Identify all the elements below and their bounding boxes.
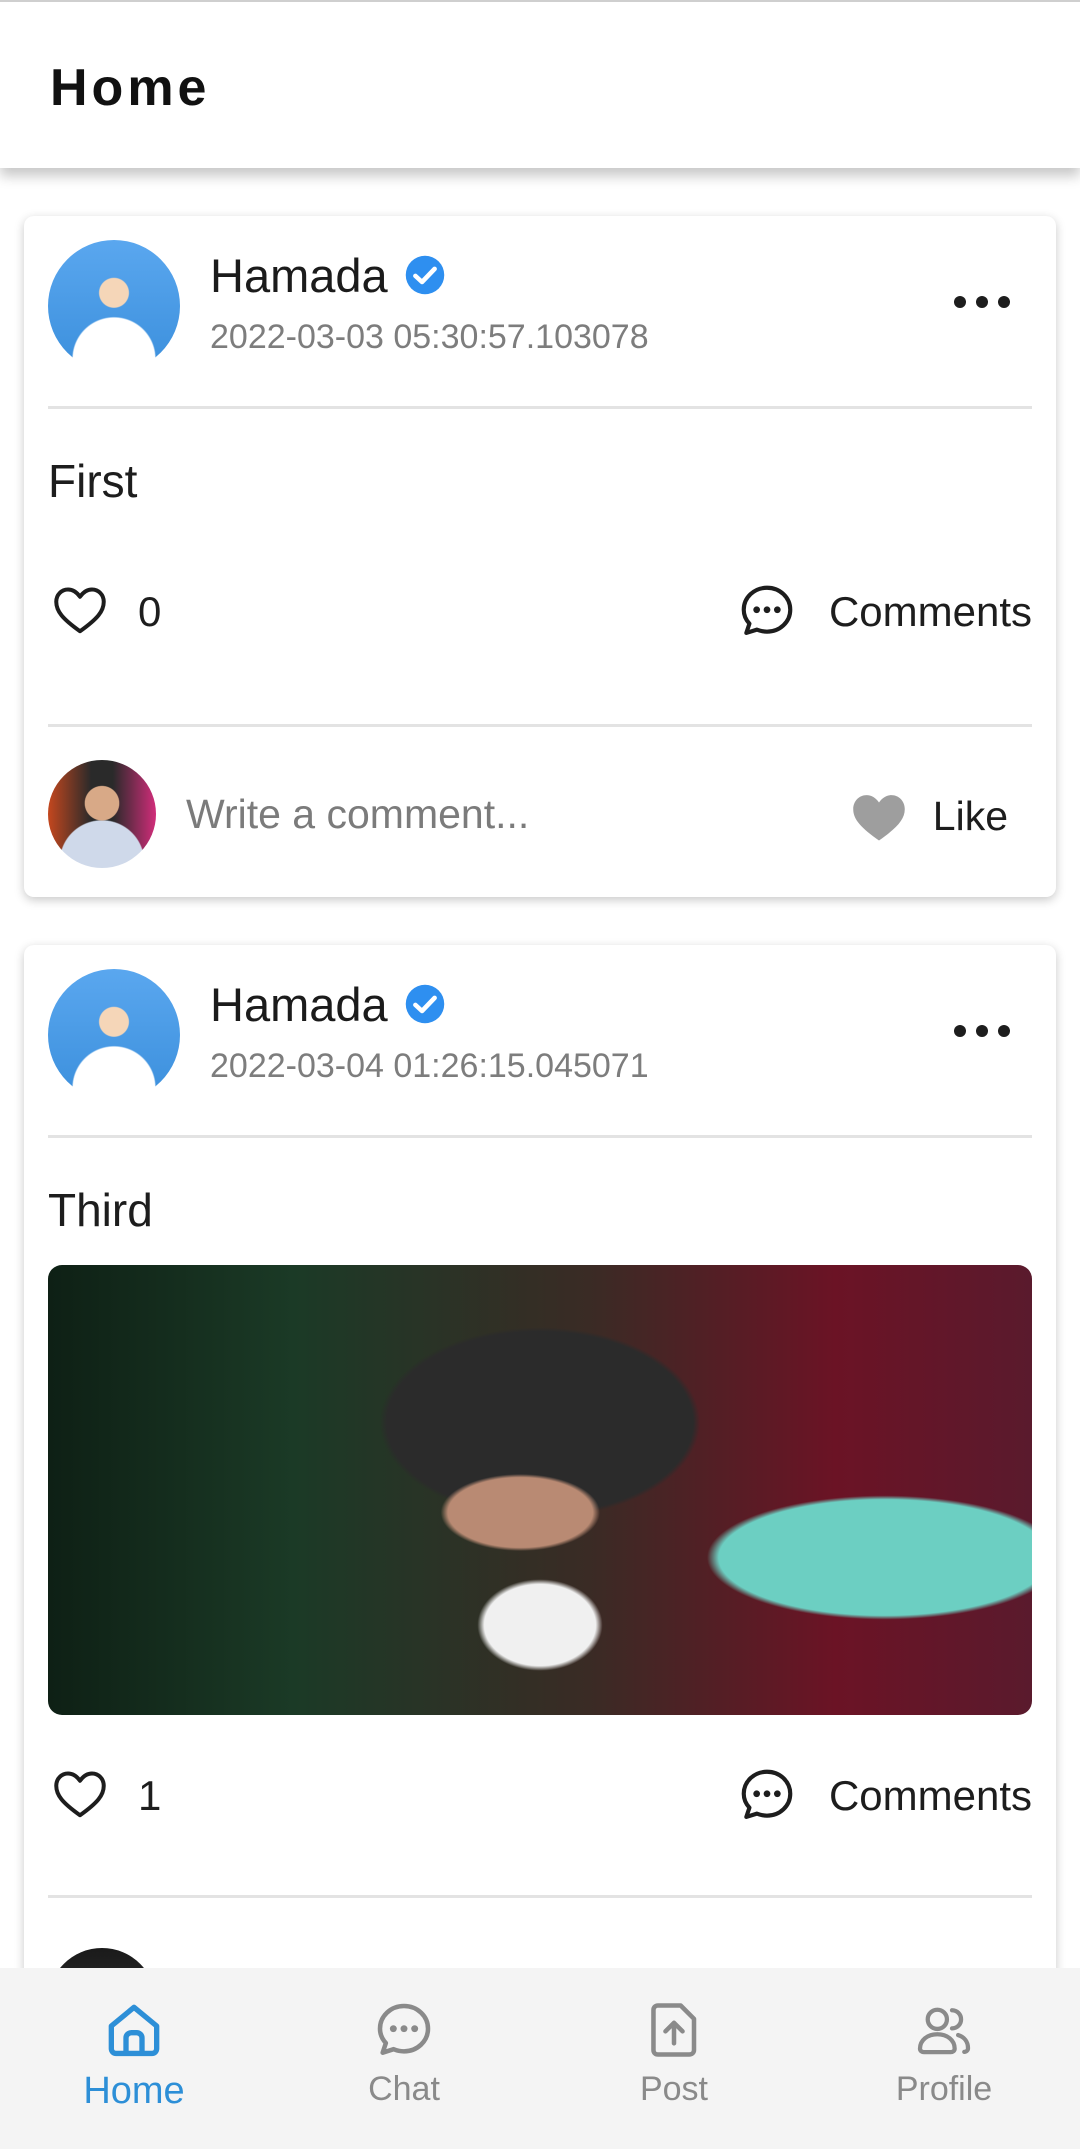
nav-post-label: Post — [639, 2070, 709, 2108]
nav-profile[interactable]: Profile — [854, 1998, 1034, 2128]
chat-icon — [377, 2003, 431, 2055]
nav-home-label: Home — [83, 2070, 185, 2112]
post-actions: 0 Comments — [48, 576, 1032, 646]
post-text: First — [48, 455, 138, 507]
post-image[interactable] — [48, 1265, 1032, 1715]
author-row: Hamada — [210, 977, 446, 1032]
more-options-icon[interactable] — [952, 1019, 1012, 1043]
post-timestamp: 2022-03-04 01:26:15.045071 — [210, 1047, 649, 1085]
nav-post[interactable]: Post — [584, 1998, 764, 2128]
nav-chat-label: Chat — [368, 2070, 440, 2108]
header-divider — [48, 1135, 1032, 1138]
comment-composer: Like — [48, 760, 1032, 872]
more-options-icon[interactable] — [952, 290, 1012, 314]
comments-link[interactable]: Comments — [829, 588, 1032, 636]
like-button[interactable]: Like — [849, 786, 1008, 846]
app-bar: Home — [0, 0, 1080, 168]
nav-profile-label: Profile — [895, 2070, 993, 2108]
author-name[interactable]: Hamada — [210, 248, 388, 303]
author-avatar[interactable] — [48, 240, 180, 372]
like-heart-icon[interactable] — [50, 1764, 110, 1824]
post-header: Hamada 2022-03-03 05:30:57.103078 — [48, 240, 1032, 372]
current-user-avatar — [48, 1948, 156, 1968]
upload-icon — [651, 2003, 697, 2057]
heart-filled-icon — [853, 795, 905, 841]
actions-divider — [48, 1895, 1032, 1898]
page-title: Home — [50, 59, 211, 117]
current-user-avatar — [48, 760, 156, 868]
like-count: 0 — [138, 588, 162, 635]
author-avatar[interactable] — [48, 969, 180, 1101]
like-count: 1 — [138, 1772, 162, 1819]
comments-link[interactable]: Comments — [829, 1772, 1032, 1820]
comment-bubble-icon[interactable] — [736, 1764, 798, 1826]
verified-badge-icon — [405, 984, 444, 1024]
post-timestamp: 2022-03-03 05:30:57.103078 — [210, 318, 649, 356]
like-label: Like — [932, 792, 1008, 839]
post-feed[interactable]: Hamada 2022-03-03 05:30:57.103078 First — [0, 168, 1080, 1968]
like-heart-icon[interactable] — [50, 580, 110, 640]
bottom-navigation: Home Chat Post Profile — [0, 1968, 1080, 2149]
nav-chat[interactable]: Chat — [314, 1998, 494, 2128]
home-icon — [108, 2004, 160, 2057]
nav-home[interactable]: Home — [44, 1998, 224, 2128]
post-card: Hamada 2022-03-03 05:30:57.103078 First — [24, 216, 1056, 897]
comment-input[interactable] — [186, 786, 746, 842]
post-card: Hamada 2022-03-04 01:26:15.045071 Third — [24, 945, 1056, 1968]
author-row: Hamada — [210, 248, 446, 303]
users-icon — [917, 2007, 971, 2055]
actions-divider — [48, 724, 1032, 727]
post-text: Third — [48, 1184, 153, 1236]
header-divider — [48, 406, 1032, 409]
post-actions: 1 Comments — [48, 1760, 1032, 1830]
comment-bubble-icon[interactable] — [736, 580, 798, 642]
post-header: Hamada 2022-03-04 01:26:15.045071 — [48, 969, 1032, 1101]
verified-badge-icon — [405, 255, 444, 295]
author-name[interactable]: Hamada — [210, 977, 388, 1032]
home-screen: Home Hamada 2022-03-03 05:30:57.103078 F… — [0, 0, 1080, 2149]
